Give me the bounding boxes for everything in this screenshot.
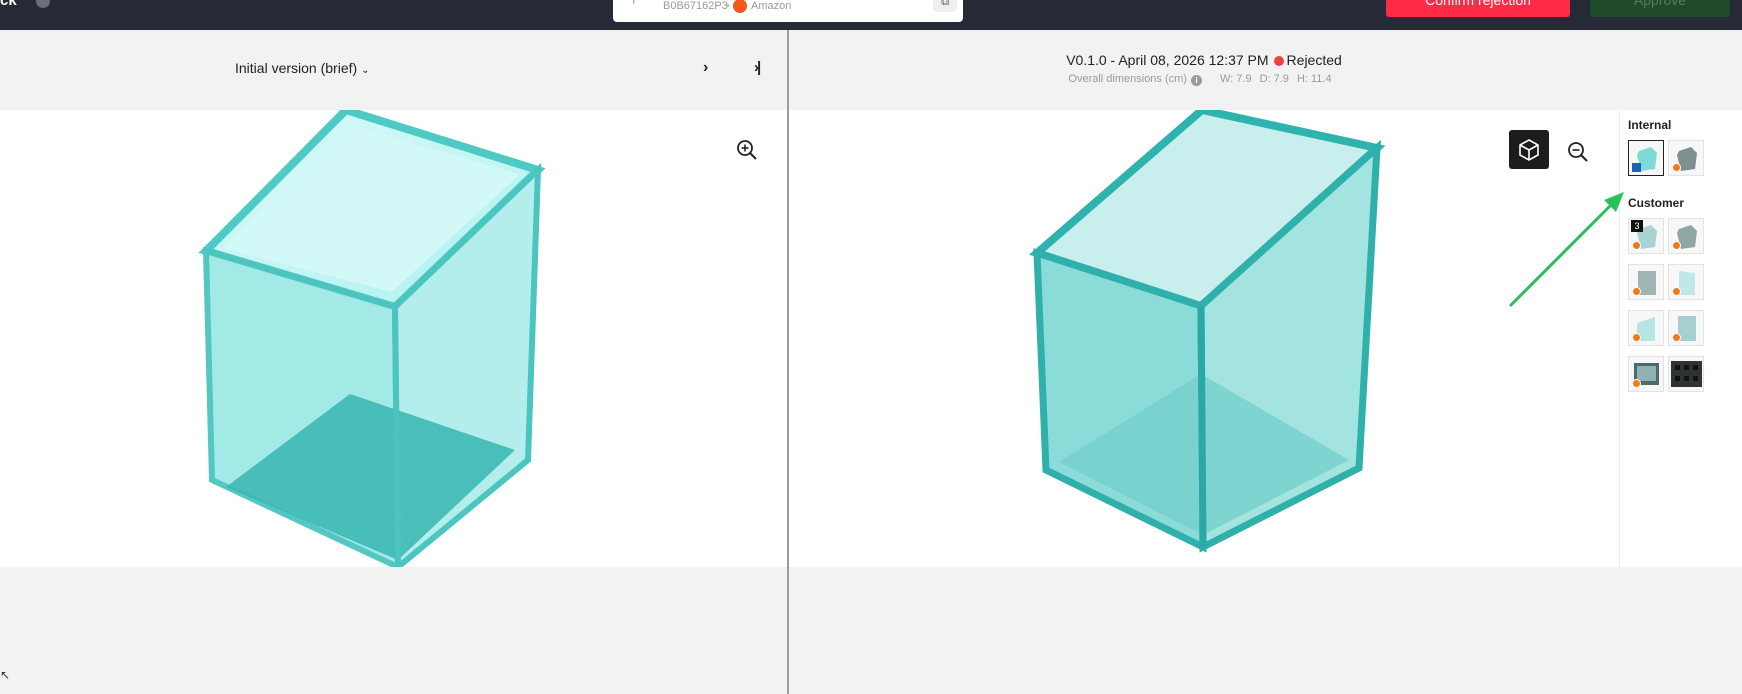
left-3d-viewer[interactable] (0, 105, 787, 574)
blender-icon (1632, 379, 1641, 388)
blender-icon (1672, 163, 1681, 172)
grid-pattern-thumb (1671, 361, 1702, 387)
right-comparison-panel: V0.1.0 - April 08, 2026 12:37 PM Rejected… (789, 30, 1742, 694)
info-icon[interactable] (36, 0, 50, 8)
blender-icon (1672, 241, 1681, 250)
thumbnail-internal-2[interactable] (1668, 140, 1704, 176)
right-3d-viewer[interactable] (789, 105, 1619, 567)
blender-icon (1632, 333, 1641, 342)
blender-icon (1672, 287, 1681, 296)
product-asin: B0B67162P3 (663, 0, 728, 12)
info-icon[interactable]: i (1190, 75, 1202, 86)
internal-section-title: Internal (1628, 118, 1672, 132)
version-header: V0.1.0 - April 08, 2026 12:37 PM Rejected (789, 52, 1619, 68)
mouse-cursor-icon: ↖ (0, 668, 11, 682)
thumbnail-customer-4[interactable] (1668, 264, 1704, 300)
amazon-logo-icon (733, 0, 747, 13)
zoom-out-icon[interactable] (1566, 140, 1590, 164)
thumbnail-customer-7[interactable] (1628, 356, 1664, 392)
customer-section-title: Customer (1628, 196, 1685, 210)
product-search-card[interactable]: ⚲ B0B67162P3 • Amazon ⧉ (613, 0, 963, 22)
glass-cube-render-right (1029, 105, 1386, 553)
top-bar: ck ⚲ B0B67162P3 • Amazon ⧉ Confirm rejec… (0, 0, 1742, 30)
thumbnail-customer-8[interactable] (1668, 356, 1704, 392)
dimension-height: H: 11.4 (1296, 73, 1332, 85)
separator: • (726, 0, 730, 12)
glass-cube-render-left (198, 105, 546, 574)
version-label: V0.1.0 - April 08, 2026 12:37 PM (1066, 52, 1269, 68)
annotation-arrow (1508, 192, 1624, 308)
dimension-width: W: 7.9 (1219, 73, 1252, 85)
copy-icon[interactable]: ⧉ (933, 0, 957, 12)
thumbnail-customer-5[interactable] (1628, 310, 1664, 346)
version-dropdown-label: Initial version (brief) (235, 60, 358, 76)
3d-view-toggle-button[interactable] (1509, 130, 1549, 169)
cube-icon (1519, 139, 1539, 161)
status-dot-icon (1273, 56, 1284, 66)
approve-button[interactable]: Approve (1590, 0, 1730, 17)
chevron-down-icon: ⌄ (361, 65, 370, 76)
confirm-rejection-button[interactable]: Confirm rejection (1386, 0, 1570, 17)
file-type-icon (1632, 163, 1641, 172)
brand-title: ck (0, 0, 17, 9)
search-icon: ⚲ (629, 0, 639, 6)
status-label: Rejected (1286, 52, 1342, 68)
blender-icon (1672, 333, 1681, 342)
dimension-depth: D: 7.9 (1259, 73, 1289, 85)
thumbnail-customer-6[interactable] (1668, 310, 1704, 346)
zoom-in-icon[interactable] (735, 138, 759, 162)
image-thumbnail-sidebar: Internal Customer 3 (1619, 110, 1742, 567)
marketplace-label: Amazon (751, 0, 792, 12)
last-version-button[interactable]: ›| (754, 59, 761, 76)
next-version-button[interactable]: › (703, 59, 708, 77)
dimensions-label: Overall dimensions (cm) (1068, 73, 1187, 85)
thumbnail-internal-1[interactable] (1628, 140, 1664, 176)
version-dropdown[interactable]: Initial version (brief) ⌄ (235, 60, 370, 76)
thumbnail-customer-2[interactable] (1668, 218, 1704, 254)
dimensions-line: Overall dimensions (cm) i W: 7.9 D: 7.9 H: 1… (789, 73, 1619, 86)
left-comparison-panel: Initial version (brief) ⌄ › ›| (0, 30, 787, 694)
